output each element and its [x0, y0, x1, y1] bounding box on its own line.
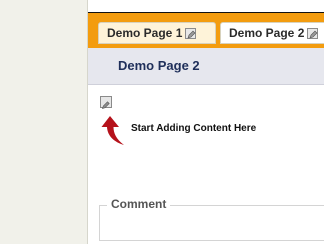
start-adding-content-text: Start Adding Content Here: [131, 123, 257, 134]
tab-label: Demo Page 2: [229, 26, 305, 40]
tab-demo-page-1[interactable]: Demo Page 1: [98, 22, 216, 44]
pencil-edit-icon[interactable]: [185, 27, 197, 39]
tab-label: Demo Page 1: [107, 26, 183, 40]
top-strip: [88, 0, 324, 12]
page-title: Demo Page 2: [118, 58, 200, 73]
tab-bar: Demo Page 1 Demo Page 2: [88, 12, 324, 48]
comment-label: Comment: [107, 197, 171, 211]
tab-demo-page-2[interactable]: Demo Page 2: [220, 22, 324, 44]
curved-arrow-up-icon: [101, 116, 124, 145]
page-header: Demo Page 2: [88, 48, 324, 85]
left-sidebar-panel: [0, 0, 88, 244]
content-area: Start Adding Content Here Comment: [88, 85, 324, 244]
edit-content-icon[interactable]: [100, 96, 112, 109]
comment-section: Comment: [99, 197, 324, 241]
pencil-edit-icon[interactable]: [307, 27, 319, 39]
